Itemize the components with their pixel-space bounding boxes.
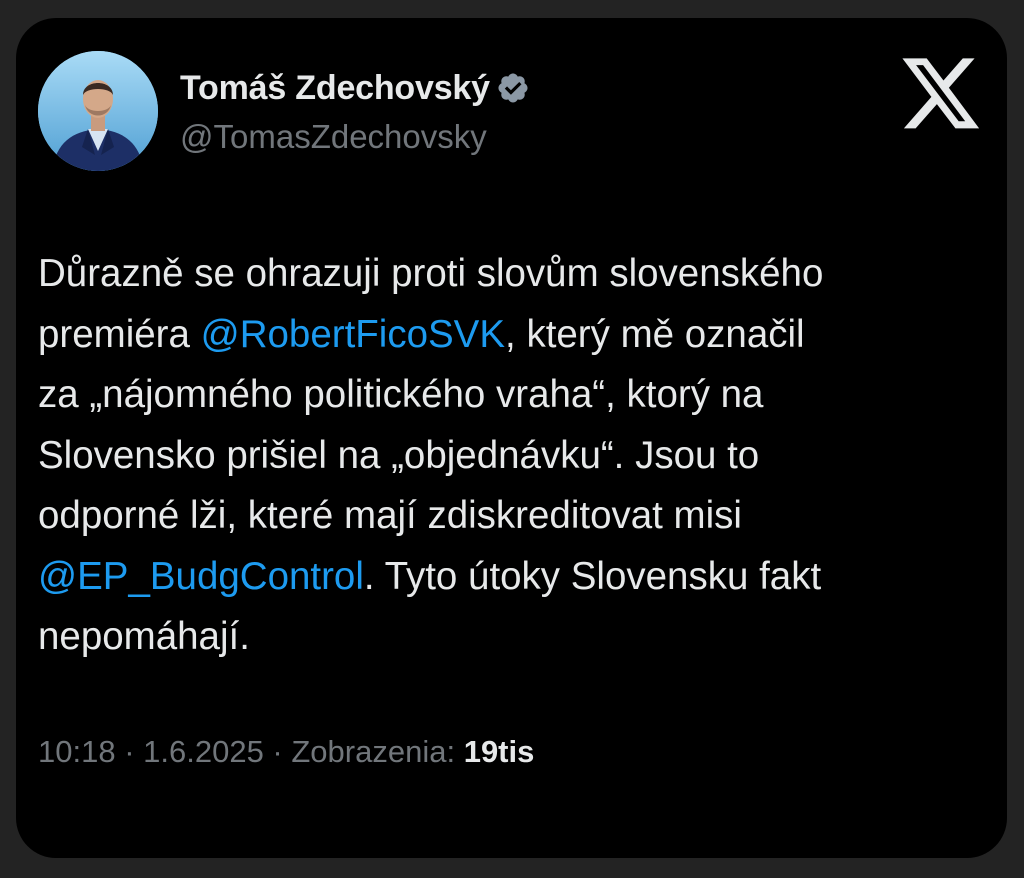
tweet-text-segment: odporné lži, které mají zdiskreditovat m… [38,494,742,537]
author-handle[interactable]: @TomasZdechovsky [180,118,487,156]
views-count: 19tis [463,734,535,769]
meta-separator: · [263,734,292,769]
tweet-time[interactable]: 10:18 [38,734,116,769]
tweet-text-segment: Slovensko prišiel na „objednávku“. Jsou … [38,433,760,477]
tweet-text-segment: nepomáhají. [38,615,250,658]
x-logo-icon [902,58,980,129]
verified-badge-icon [498,73,528,103]
tweet-text-line: Slovensko prišiel na „objednávku“. Jsou … [38,426,988,487]
views-label: Zobrazenia: [291,734,464,769]
tweet-text-line: odporné lži, které mají zdiskreditovat m… [38,486,988,547]
mention-link[interactable]: @EP_BudgControl [38,555,364,598]
tweet-text-segment: . Tyto útoky Slovensku fakt [363,554,822,598]
mention-link[interactable]: @RobertFicoSVK [201,313,505,356]
tweet-text-segment: , který mě označil [505,312,805,356]
tweet-text-segment: za „nájomného politického vraha“, ktorý … [38,373,764,416]
tweet-date[interactable]: 1.6.2025 [143,734,264,769]
tweet-text: Důrazně se ohrazuji proti slovům slovens… [38,244,988,668]
meta-separator: · [115,734,144,769]
avatar-photo [38,51,158,171]
tweet-text-line: nepomáhají. [38,607,988,668]
tweet-text-line: @EP_BudgControl. Tyto útoky Slovensku fa… [38,547,988,608]
tweet-meta: 10:18 · 1.6.2025 · Zobrazenia: 19tis [38,734,534,770]
author-avatar[interactable] [38,51,158,171]
tweet-card: Tomáš Zdechovský @TomasZdechovsky Důrazn… [16,18,1007,858]
tweet-text-line: za „nájomného politického vraha“, ktorý … [38,365,988,426]
tweet-text-line: Důrazně se ohrazuji proti slovům slovens… [38,244,988,305]
author-name-row: Tomáš Zdechovský [180,66,530,110]
tweet-text-segment: premiéra [38,312,201,356]
tweet-text-line: premiéra @RobertFicoSVK, který mě označi… [38,305,988,366]
tweet-text-segment: Důrazně se ohrazuji proti slovům slovens… [38,252,824,295]
author-display-name[interactable]: Tomáš Zdechovský [180,69,490,108]
